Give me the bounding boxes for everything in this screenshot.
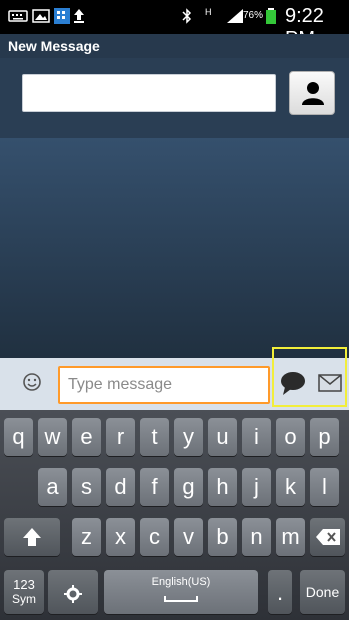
person-icon [302,82,324,105]
key-q[interactable]: q [4,418,33,456]
key-label: z [81,524,92,549]
symbols-key-bottom: Sym [12,592,36,606]
key-label: v [183,524,194,549]
key-label: j [254,474,259,499]
key-i[interactable]: i [242,418,271,456]
page-title: New Message [8,38,100,54]
key-label: e [80,424,93,449]
key-label: g [182,474,195,499]
key-label: m [281,524,300,549]
symbols-key[interactable]: 123 Sym [4,570,44,614]
key-label: f [151,474,158,499]
space-bar-icon [164,596,198,602]
key-label: a [46,474,59,499]
key-label: t [151,424,158,449]
key-label: r [116,424,125,449]
network-h-icon: H [205,7,212,17]
upload-icon [74,9,84,23]
symbols-key-top: 123 [13,577,35,592]
mail-icon[interactable] [318,374,342,392]
key-label: h [216,474,229,499]
key-f[interactable]: f [140,468,169,506]
key-y[interactable]: y [174,418,203,456]
shift-arrow-icon [23,528,41,546]
contact-picker-button[interactable] [289,71,335,115]
key-e[interactable]: e [72,418,101,456]
keyboard: q w e r t y u i o p a s d f g h j k l z … [0,410,349,620]
key-d[interactable]: d [106,468,135,506]
backspace-icon [315,529,340,545]
bluetooth-icon [182,8,192,24]
key-label: q [12,424,25,449]
signal-icon [227,9,243,23]
status-bar: H 76% 9:22 PM [0,0,349,50]
emoji-icon[interactable] [22,372,42,392]
message-input[interactable] [58,366,270,404]
space-key[interactable]: English(US) [104,570,258,614]
key-g[interactable]: g [174,468,203,506]
key-b[interactable]: b [208,518,237,556]
settings-key[interactable] [48,570,98,614]
key-h[interactable]: h [208,468,237,506]
done-key[interactable]: Done [300,570,345,614]
done-label: Done [305,584,340,600]
image-icon [32,9,50,23]
key-label: i [254,424,259,449]
key-label: o [284,424,297,449]
key-w[interactable]: w [38,418,67,456]
key-label: d [114,474,127,499]
key-r[interactable]: r [106,418,135,456]
key-v[interactable]: v [174,518,203,556]
key-label: . [276,580,284,605]
blackberry-icon [54,8,70,24]
shift-key[interactable] [4,518,60,556]
period-key[interactable]: . [268,570,292,614]
key-label: y [183,424,194,449]
key-label: c [149,524,160,549]
key-label: x [115,524,126,549]
key-label: s [81,474,92,499]
space-key-label: English(US) [151,576,211,588]
compose-bar [0,347,349,410]
key-k[interactable]: k [276,468,305,506]
key-z[interactable]: z [72,518,101,556]
key-label: p [318,424,331,449]
title-bar: New Message [0,34,349,58]
key-x[interactable]: x [106,518,135,556]
key-n[interactable]: n [242,518,271,556]
gear-icon [64,585,82,603]
keyboard-icon [8,10,28,22]
key-o[interactable]: o [276,418,305,456]
battery-percent: 76% [243,10,264,21]
key-m[interactable]: m [276,518,305,556]
chat-bubble-icon[interactable] [279,370,307,396]
key-l[interactable]: l [310,468,339,506]
recipient-area [0,58,349,138]
key-label: k [285,474,296,499]
conversation-area [0,138,349,358]
backspace-key[interactable] [310,518,345,556]
key-u[interactable]: u [208,418,237,456]
key-label: w [44,424,61,449]
key-c[interactable]: c [140,518,169,556]
key-a[interactable]: a [38,468,67,506]
recipient-input[interactable] [22,74,276,112]
key-t[interactable]: t [140,418,169,456]
key-label: n [250,524,263,549]
key-s[interactable]: s [72,468,101,506]
key-p[interactable]: p [310,418,339,456]
key-label: l [322,474,327,499]
battery-icon [266,8,276,24]
key-j[interactable]: j [242,468,271,506]
key-label: u [216,424,229,449]
key-label: b [216,524,229,549]
